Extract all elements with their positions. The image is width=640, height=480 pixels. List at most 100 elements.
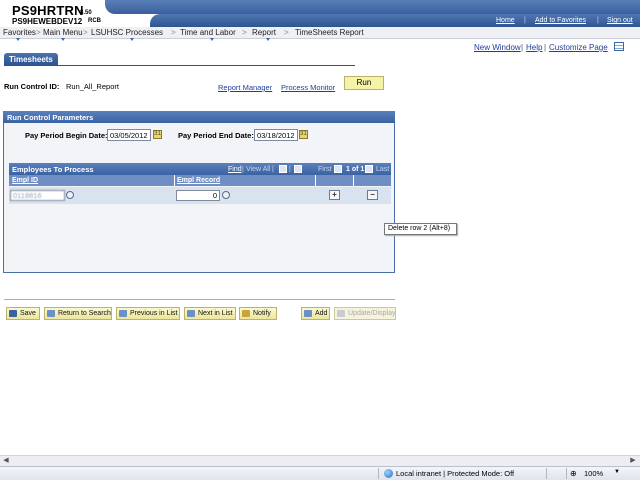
grid-nav-divider: |: [272, 166, 274, 173]
calendar-icon[interactable]: 31: [299, 130, 308, 139]
find-link[interactable]: Find: [228, 166, 242, 173]
status-divider: [546, 468, 547, 479]
horizontal-scrollbar[interactable]: [0, 455, 640, 466]
lookup-icon[interactable]: [222, 191, 230, 199]
report-manager-link[interactable]: Report Manager: [218, 83, 272, 92]
return-icon: [47, 310, 55, 317]
header-band-top: [105, 0, 640, 14]
add-button[interactable]: Add: [301, 307, 330, 320]
status-divider: [378, 468, 379, 479]
chevron-down-icon: [130, 38, 134, 41]
column-empl-record[interactable]: Empl Record: [177, 177, 220, 184]
chevron-down-icon: [16, 38, 20, 41]
breadcrumb-separator: >: [171, 28, 176, 37]
chevron-down-icon: [210, 38, 214, 41]
app-name: PS9HRTRN: [12, 3, 84, 18]
previous-icon: [119, 310, 127, 317]
header-divider: |: [524, 17, 526, 24]
grid-page-info: 1 of 1: [346, 166, 365, 173]
empl-id-input[interactable]: 0118816: [10, 190, 65, 201]
lookup-icon[interactable]: [66, 191, 74, 199]
link-divider: |: [521, 43, 524, 52]
calendar-icon[interactable]: 31: [153, 130, 162, 139]
help-link[interactable]: Help: [526, 43, 542, 52]
zoom-grid-icon[interactable]: [279, 165, 287, 173]
breadcrumb-separator: >: [36, 28, 41, 37]
breadcrumb-report[interactable]: Report: [252, 28, 276, 37]
begin-date-input[interactable]: 03/05/2012: [107, 129, 151, 141]
previous-row-icon[interactable]: [334, 165, 342, 173]
notify-icon: [242, 310, 250, 317]
save-icon: [9, 310, 17, 317]
previous-in-list-button[interactable]: Previous in List: [116, 307, 180, 320]
view-all-link[interactable]: View All: [246, 166, 270, 173]
delete-row-button[interactable]: −: [367, 190, 378, 200]
status-divider: [566, 468, 567, 479]
grid-view-icon[interactable]: [614, 42, 624, 51]
add-to-favorites-link[interactable]: Add to Favorites: [535, 17, 586, 24]
column-divider: [174, 175, 175, 186]
next-in-list-label: Next in List: [198, 310, 233, 317]
download-grid-icon[interactable]: [294, 165, 302, 173]
empl-record-input[interactable]: 0: [176, 190, 220, 201]
app-version: 8.50: [80, 10, 92, 16]
breadcrumb-time-and-labor[interactable]: Time and Labor: [180, 28, 236, 37]
next-row-icon[interactable]: [365, 165, 373, 173]
customize-page-link[interactable]: Customize Page: [549, 43, 608, 52]
add-icon: [304, 310, 312, 317]
chevron-down-icon[interactable]: ▼: [614, 469, 620, 475]
link-divider: |: [544, 43, 547, 52]
globe-icon: [384, 469, 393, 478]
tab-timesheets[interactable]: Timesheets: [4, 53, 58, 65]
chevron-down-icon: [61, 38, 65, 41]
breadcrumb-separator: >: [83, 28, 88, 37]
notify-button[interactable]: Notify: [239, 307, 277, 320]
run-control-value: Run_All_Report: [66, 82, 119, 91]
return-to-search-label: Return to Search: [58, 310, 111, 317]
save-label: Save: [20, 310, 36, 317]
chevron-down-icon: [266, 38, 270, 41]
security-zone-status: Local intranet | Protected Mode: Off: [396, 469, 515, 478]
update-display-button: Update/Display: [334, 307, 396, 320]
grid-nav-divider: |: [289, 166, 291, 173]
column-divider: [353, 175, 354, 186]
header-divider: |: [597, 17, 599, 24]
breadcrumb-lsuhsc-processes[interactable]: LSUHSC Processes: [91, 28, 163, 37]
zoom-level[interactable]: 100%: [584, 469, 603, 478]
next-in-list-button[interactable]: Next in List: [184, 307, 236, 320]
tab-underline: [4, 65, 355, 66]
update-icon: [337, 310, 345, 317]
run-button[interactable]: Run: [344, 76, 384, 90]
breadcrumb-main-menu[interactable]: Main Menu: [43, 28, 83, 37]
end-date-input[interactable]: 03/18/2012: [254, 129, 298, 141]
add-row-button[interactable]: +: [329, 190, 340, 200]
add-label: Add: [315, 310, 328, 317]
column-empl-id[interactable]: Empl ID: [12, 177, 38, 184]
user-id: RCB: [88, 18, 101, 24]
scroll-left-icon[interactable]: ◀: [1, 456, 11, 465]
delete-row-tooltip: Delete row 2 (Alt+8): [384, 223, 457, 235]
grid-nav-divider: |: [242, 166, 244, 173]
previous-in-list-label: Previous in List: [130, 310, 178, 317]
zoom-icon[interactable]: ⊕: [570, 469, 581, 478]
update-display-label: Update/Display: [348, 310, 396, 317]
page-separator: [4, 299, 395, 300]
employees-grid-title: Employees To Process: [12, 165, 94, 174]
breadcrumb-separator: >: [242, 28, 247, 37]
browser-status-bar: [0, 466, 640, 480]
process-monitor-link[interactable]: Process Monitor: [281, 83, 335, 92]
last-link[interactable]: Last: [376, 166, 389, 173]
return-to-search-button[interactable]: Return to Search: [44, 307, 112, 320]
first-link[interactable]: First: [318, 166, 332, 173]
new-window-link[interactable]: New Window: [474, 43, 521, 52]
scroll-right-icon[interactable]: ▶: [628, 456, 638, 465]
sign-out-link[interactable]: Sign out: [607, 17, 633, 24]
breadcrumb-timesheets-report: TimeSheets Report: [295, 28, 364, 37]
next-icon: [187, 310, 195, 317]
notify-label: Notify: [253, 310, 271, 317]
column-divider: [315, 175, 316, 186]
breadcrumb-favorites[interactable]: Favorites: [3, 28, 36, 37]
home-link[interactable]: Home: [496, 17, 515, 24]
parameters-header: Run Control Parameters: [3, 111, 395, 123]
save-button[interactable]: Save: [6, 307, 40, 320]
